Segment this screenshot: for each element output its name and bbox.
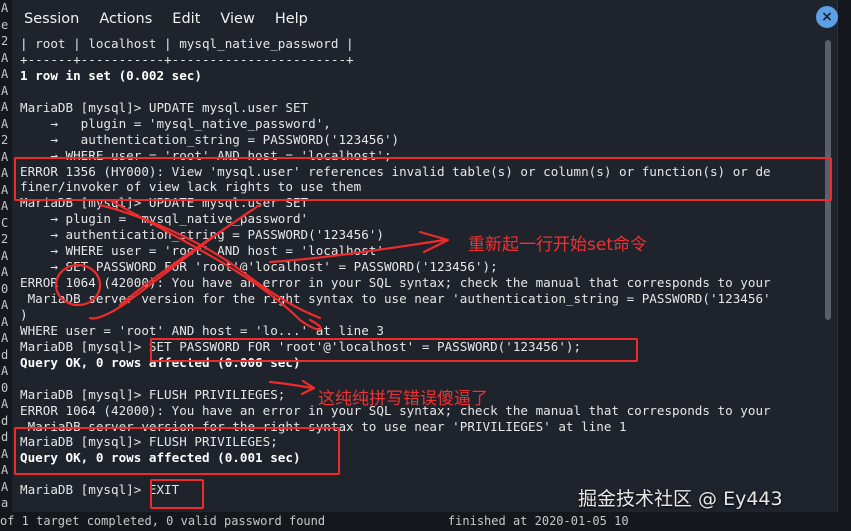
background-window-right-strip (838, 0, 851, 512)
left-strip-char: A (1, 83, 9, 98)
left-strip-char: A (1, 116, 9, 131)
left-strip-char: A (1, 100, 9, 114)
left-strip-char: A (1, 446, 9, 461)
left-strip-char: 2 (1, 34, 9, 48)
menu-session[interactable]: Session (24, 11, 79, 27)
left-strip-char: A (1, 248, 9, 263)
left-strip-char: d (1, 413, 9, 428)
left-strip-char: A (1, 314, 9, 329)
left-strip-char: 2 (1, 232, 9, 246)
menu-actions[interactable]: Actions (99, 11, 152, 27)
left-strip-char: 2 (1, 133, 9, 147)
left-strip-char: A (1, 463, 9, 477)
terminal-output[interactable]: | root | localhost | mysql_native_passwo… (20, 36, 825, 506)
left-strip-char: 0 (1, 380, 9, 395)
left-strip-char: A (1, 166, 9, 180)
left-strip-char: A (1, 298, 9, 312)
watermark: 掘金技术社区 @ Ey443 (578, 488, 783, 510)
terminal-line: MariaDB server version for the right syn… (20, 418, 627, 434)
terminal-line: → WHERE user = 'root' AND host = 'localh… (20, 147, 392, 163)
terminal-line: MariaDB [mysql]> UPDATE mysql.user SET (20, 99, 309, 115)
scrollbar-track[interactable] (825, 38, 835, 508)
scrollbar-thumb[interactable] (825, 40, 831, 320)
terminal-line: ERROR 1356 (HY000): View 'mysql.user' re… (20, 163, 771, 179)
menu-view[interactable]: View (220, 11, 254, 27)
terminal-line: → authentication_string = PASSWORD('1234… (20, 131, 400, 147)
left-strip-char: A (1, 331, 9, 345)
terminal-line: finer/invoker of view lack rights to use… (20, 179, 362, 195)
left-strip-char: A (1, 182, 9, 197)
terminal-line: MariaDB [mysql]> SET PASSWORD FOR 'root'… (20, 338, 582, 354)
left-strip-char: 0 (1, 281, 9, 296)
left-strip-char: A (1, 50, 9, 65)
terminal-line: Query OK, 0 rows affected (0.006 sec) (20, 354, 301, 370)
terminal-line: ERROR 1064 (42000): You have an error in… (20, 275, 771, 291)
terminal-line: Query OK, 0 rows affected (0.001 sec) (20, 450, 301, 466)
background-window-left-strip: Ae2AAAAA2AAAAC2AA0AAAdA0AddAAAaA (0, 0, 12, 531)
terminal-line: 1 row in set (0.002 sec) (20, 67, 202, 83)
left-strip-char: d (1, 430, 9, 444)
left-strip-char: A (1, 364, 9, 378)
close-window-icon[interactable]: × (816, 6, 838, 28)
terminal-window: Session Actions Edit View Help | root | … (12, 0, 838, 512)
left-strip-char: A (1, 397, 9, 411)
terminal-line: MariaDB server version for the right syn… (20, 291, 771, 306)
terminal-line: → SET PASSWORD FOR 'root'@'localhost' = … (20, 259, 498, 275)
menu-bar: Session Actions Edit View Help (12, 0, 837, 38)
terminal-line: → plugin = 'mysql_native_password', (20, 115, 331, 131)
terminal-line: → authentication_string = PASSWORD('1234… (20, 227, 384, 243)
menu-help[interactable]: Help (275, 11, 308, 27)
annotation-note-spelling-error: 这纯纯拼写错误傻逼了 (318, 389, 488, 409)
terminal-line: +------+-----------+--------------------… (20, 51, 354, 67)
terminal-line: → WHERE user = 'root' AND host = 'localh… (20, 243, 384, 259)
menu-edit[interactable]: Edit (172, 11, 200, 27)
background-window-bottom-strip: of 1 target completed, 0 valid password … (0, 512, 851, 531)
terminal-line: MariaDB [mysql]> UPDATE mysql.user SET (20, 195, 309, 211)
terminal-line: WHERE user = 'root' AND host = 'lo...' a… (20, 322, 384, 338)
left-strip-char: A (1, 1, 9, 15)
left-strip-char: A (1, 149, 9, 164)
terminal-line: MariaDB [mysql]> FLUSH PRIVILEGES; (20, 434, 278, 450)
left-strip-char: A (1, 67, 9, 81)
annotation-note-newline-set: 重新起一行开始set命令 (468, 235, 647, 255)
left-strip-char: C (1, 215, 9, 230)
left-strip-char: e (1, 17, 9, 32)
terminal-line: | root | localhost | mysql_native_passwo… (20, 36, 354, 51)
left-strip-char: A (1, 265, 9, 279)
left-strip-char: A (1, 199, 9, 213)
left-strip-char: a (1, 496, 9, 510)
terminal-line: ) (20, 306, 28, 322)
left-strip-char: d (1, 347, 9, 362)
terminal-line: → plugin = 'mysql_native_password' (20, 211, 309, 227)
left-strip-char: A (1, 479, 9, 494)
